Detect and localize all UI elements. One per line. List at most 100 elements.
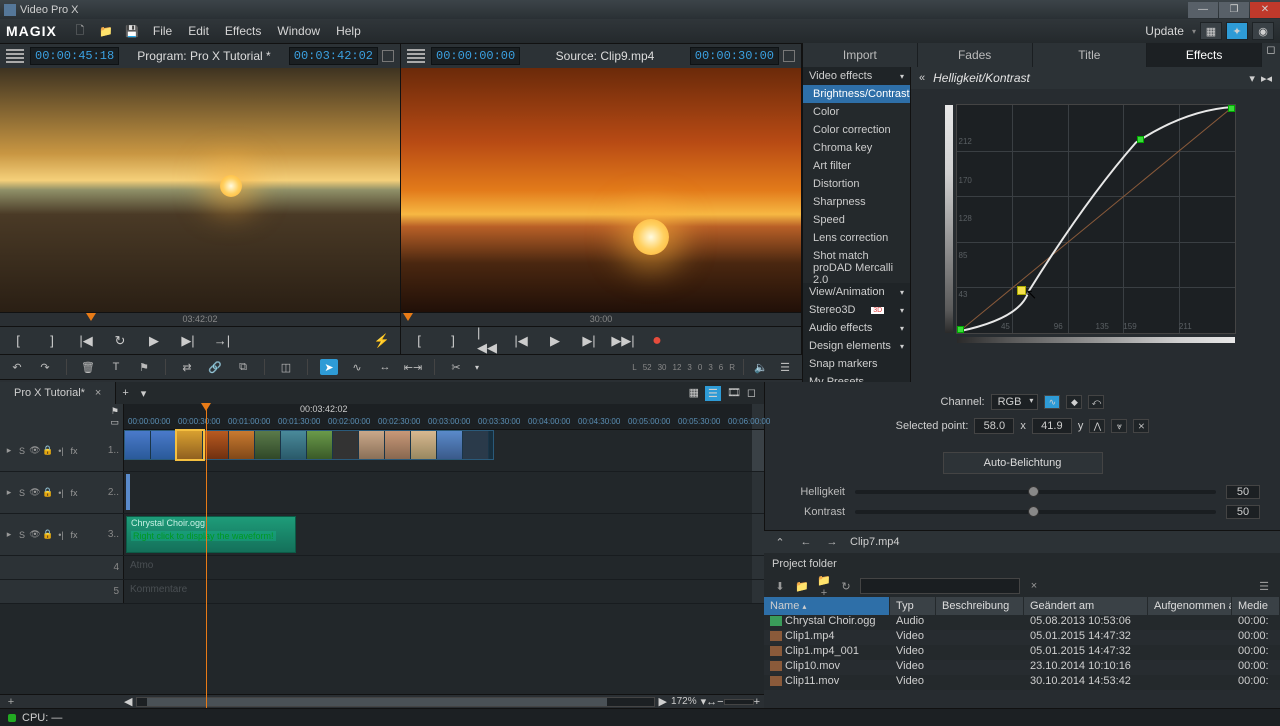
new-folder-icon[interactable]: 📁+	[816, 574, 832, 599]
video-clip[interactable]	[124, 430, 494, 460]
point-x-input[interactable]: 58.0	[974, 418, 1014, 434]
source-ruler[interactable]: 30:00	[401, 312, 801, 326]
goto-end-icon[interactable]: →|	[212, 333, 232, 349]
arrow-tool-icon[interactable]: ➤	[320, 359, 338, 375]
goto-start-icon[interactable]: |◀◀	[477, 333, 497, 349]
source-viewport[interactable]	[401, 68, 801, 312]
tab-effects[interactable]: Effects	[1147, 43, 1262, 67]
open-icon[interactable]: 📁	[97, 22, 115, 40]
track-arrow-icon[interactable]: ▸	[4, 446, 14, 456]
title-icon[interactable]: T	[107, 359, 125, 375]
nav-fwd-icon[interactable]: →	[824, 536, 840, 548]
contrast-slider[interactable]	[855, 510, 1216, 514]
new-file-icon[interactable]: 🗋	[71, 22, 89, 40]
redo-icon[interactable]: ↷	[36, 359, 54, 375]
media-row[interactable]: Chrystal Choir.oggAudio05.08.2013 10:53:…	[764, 615, 1280, 630]
view-max-icon[interactable]: ◻	[747, 386, 756, 401]
folder-icon[interactable]: 📁	[794, 580, 810, 593]
brightness-slider[interactable]	[855, 490, 1216, 494]
lightning-icon[interactable]: ⚡	[372, 333, 392, 349]
media-row[interactable]: Clip1.mp4_001Video05.01.2015 14:47:3200:…	[764, 645, 1280, 660]
path-field[interactable]	[860, 578, 1020, 594]
monitor-menu-icon[interactable]	[6, 49, 24, 63]
lock-icon[interactable]: 🔒	[43, 446, 53, 456]
mouse-mode-icon[interactable]: ◫	[277, 359, 295, 375]
mark-out-icon[interactable]: ]	[443, 333, 463, 349]
fxcat-snap[interactable]: Snap markers	[803, 355, 910, 373]
monitor-max-icon[interactable]	[783, 50, 795, 62]
fxcat-design[interactable]: Design elements▾	[803, 337, 910, 355]
track-header[interactable]: ▸S👁🔒•|fx2..	[0, 472, 124, 513]
curve-point[interactable]	[1137, 136, 1144, 143]
point-y-input[interactable]: 41.9	[1032, 418, 1072, 434]
clear-path-icon[interactable]: ×	[1026, 580, 1042, 592]
time-ruler[interactable]: 00:03:42:02 00:00:00:00 00:00:30:00 00:0…	[124, 404, 752, 429]
tab-menu-icon[interactable]: ▾	[135, 387, 153, 400]
channel-dropdown[interactable]: RGB	[991, 394, 1039, 410]
source-tc-in[interactable]: 00:00:00:00	[431, 47, 520, 65]
cut-tool-icon[interactable]: ✂	[447, 359, 465, 375]
fxcat-audio[interactable]: Audio effects▾	[803, 319, 910, 337]
ripple-icon[interactable]: ⇄	[178, 359, 196, 375]
brightness-value[interactable]: 50	[1226, 485, 1260, 499]
delete-icon[interactable]: 🗑	[79, 359, 97, 375]
fx-chroma-key[interactable]: Chroma key	[803, 139, 910, 157]
fxcat-stereo[interactable]: Stereo3D3D▾	[803, 301, 910, 319]
program-ruler[interactable]: 03:42:02	[0, 312, 400, 326]
panel-max-icon[interactable]: ◻	[1262, 43, 1280, 67]
menu-edit[interactable]: Edit	[180, 24, 217, 38]
zoom-level[interactable]: 172%	[671, 696, 697, 707]
compare-icon[interactable]: ▸◂	[1261, 72, 1272, 85]
col-name[interactable]: Name ▴	[764, 597, 890, 615]
nav-back-icon[interactable]: ←	[798, 536, 814, 548]
fx-distortion[interactable]: Distortion	[803, 175, 910, 193]
download-icon[interactable]: ⬇	[772, 580, 788, 593]
col-geaendert[interactable]: Geändert am	[1024, 597, 1148, 615]
back-icon[interactable]: «	[919, 72, 925, 84]
timeline-scrollbar[interactable]: + ◀ ▶ 172% ▾ ↔ − +	[0, 694, 764, 708]
step-back-icon[interactable]: |◀	[511, 333, 531, 349]
program-viewport[interactable]	[0, 68, 400, 312]
mark-out-icon[interactable]: ]	[42, 333, 62, 349]
track-header[interactable]: ▸S👁🔒•|fx3..	[0, 514, 124, 555]
media-row[interactable]: Clip10.movVideo23.10.2014 10:10:1600:00:	[764, 660, 1280, 675]
range-track-icon[interactable]: ▭	[110, 417, 119, 428]
save-icon[interactable]: 💾	[123, 22, 141, 40]
close-button[interactable]: ✕	[1250, 2, 1280, 18]
marker-icon[interactable]: ⚑	[135, 359, 153, 375]
contrast-value[interactable]: 50	[1226, 505, 1260, 519]
fx-color-correction[interactable]: Color correction	[803, 121, 910, 139]
curve-editor[interactable]: 212 170 128 85 43 45 96 135 159 211 ↖	[956, 104, 1236, 334]
curve-point-selected[interactable]	[1017, 286, 1026, 295]
curve-point[interactable]	[1228, 105, 1235, 112]
fxcat-video[interactable]: Video effects▾	[803, 67, 910, 85]
maximize-button[interactable]: ❐	[1219, 2, 1249, 18]
timeline-tab[interactable]: Pro X Tutorial*×	[0, 382, 116, 404]
zoom-in-icon[interactable]: +	[754, 696, 760, 708]
auto-exposure-button[interactable]: Auto-Belichtung	[943, 452, 1103, 474]
undo-icon[interactable]: ↶	[8, 359, 26, 375]
track-header[interactable]: 4	[0, 556, 124, 579]
marker-track-icon[interactable]: ⚑	[111, 406, 119, 417]
settings-icon[interactable]: ◉	[1252, 22, 1274, 40]
view-grid-icon[interactable]: ▦	[689, 386, 699, 401]
point-delete-icon[interactable]: ⨯	[1133, 419, 1149, 433]
play-range-icon[interactable]: ▶|	[178, 333, 198, 349]
fx-art-filter[interactable]: Art filter	[803, 157, 910, 175]
col-typ[interactable]: Typ	[890, 597, 936, 615]
speaker-icon[interactable]: 🔈	[752, 359, 770, 375]
fx-speed[interactable]: Speed	[803, 211, 910, 229]
fx-mercalli[interactable]: proDAD Mercalli 2.0	[803, 265, 910, 283]
mark-in-icon[interactable]: [	[409, 333, 429, 349]
audio-clip[interactable]: Chrystal Choir.ogg Right click to displa…	[126, 516, 296, 553]
program-tc-in[interactable]: 00:00:45:18	[30, 47, 119, 65]
layout-icon[interactable]: ▦	[1200, 22, 1222, 40]
media-row[interactable]: Clip11.movVideo30.10.2014 14:53:4200:00:	[764, 675, 1280, 690]
playhead[interactable]	[206, 404, 207, 708]
curve-point[interactable]	[957, 326, 964, 333]
goto-start-icon[interactable]: |◀	[76, 333, 96, 349]
tab-title[interactable]: Title	[1033, 43, 1148, 67]
list-view-icon[interactable]: ☰	[1256, 580, 1272, 593]
view-film-icon[interactable]: 🎞	[727, 386, 741, 401]
fx-mode-icon[interactable]: ✦	[1226, 22, 1248, 40]
